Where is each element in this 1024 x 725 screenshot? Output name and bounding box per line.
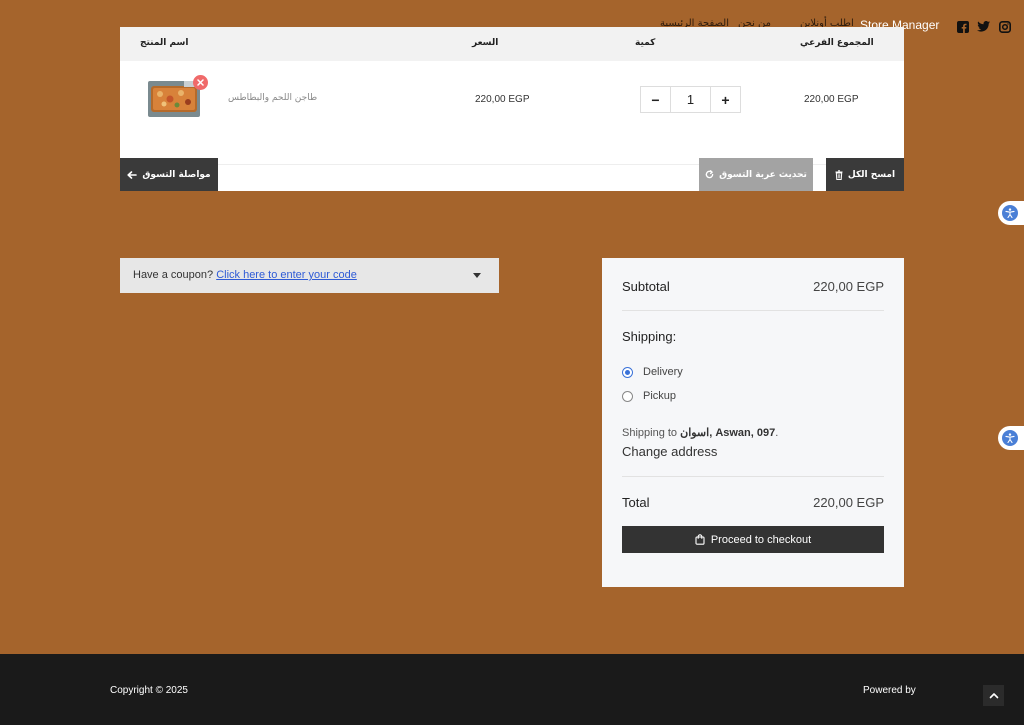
shipping-option-pickup-radio[interactable] <box>622 391 633 402</box>
chevron-up-icon <box>989 693 998 699</box>
total-label: Total <box>622 495 650 510</box>
coupon-text: Have a coupon? Click here to enter your … <box>133 269 357 281</box>
update-cart-button[interactable]: تحديث عربة التسوق <box>699 158 813 191</box>
quantity-input[interactable]: 1 <box>670 87 711 112</box>
proceed-to-checkout-button[interactable]: Proceed to checkout <box>622 526 884 553</box>
checkout-label: Proceed to checkout <box>710 533 812 546</box>
shipping-to-place: اسوان, Aswan, 097 <box>680 427 776 439</box>
social-links <box>956 20 1011 33</box>
clear-cart-button[interactable]: امسح الكل <box>826 158 904 191</box>
cart-item-row: طاجن اللحم والبطاطس 220,00 EGP − 1 + 220… <box>120 61 904 165</box>
close-icon <box>197 79 204 86</box>
footer: Copyright © 2025 Powered by <box>0 654 1024 725</box>
cart-table-header: اسم المنتج السعر كمية المجموع الفرعي <box>120 27 904 61</box>
shipping-to-suffix: . <box>775 427 779 439</box>
trash-icon <box>835 169 843 180</box>
quantity-increase-button[interactable]: + <box>711 87 740 112</box>
shipping-label: Shipping: <box>622 329 677 344</box>
shipping-option-delivery-radio[interactable] <box>622 367 633 378</box>
accessibility-icon <box>1002 205 1018 221</box>
divider <box>622 310 884 311</box>
shopping-bag-icon <box>695 534 705 545</box>
total-value: 220,00 EGP <box>813 495 884 510</box>
accessibility-icon <box>1002 430 1018 446</box>
arrow-left-icon <box>127 170 138 179</box>
remove-item-button[interactable] <box>193 75 208 90</box>
quantity-stepper: − 1 + <box>640 86 741 113</box>
update-cart-label: تحديث عربة التسوق <box>719 169 807 180</box>
powered-by-text: Powered by <box>863 685 916 696</box>
coupon-link[interactable]: Click here to enter your code <box>216 269 357 281</box>
refresh-icon <box>705 170 714 179</box>
continue-shopping-button[interactable]: مواصلة التسوق <box>120 158 218 191</box>
facebook-icon[interactable] <box>956 20 969 33</box>
column-header-product: اسم المنتج <box>140 38 189 48</box>
product-thumbnail[interactable] <box>148 81 200 117</box>
column-header-subtotal: المجموع الفرعي <box>800 38 874 48</box>
subtotal-label: Subtotal <box>622 279 670 294</box>
column-header-price: السعر <box>472 38 499 48</box>
shipping-destination: Shipping to اسوان, Aswan, 097. <box>622 426 778 439</box>
scroll-to-top-button[interactable] <box>983 685 1004 706</box>
shipping-option-delivery-label[interactable]: Delivery <box>643 366 683 378</box>
cart-totals: Subtotal 220,00 EGP Shipping: Delivery P… <box>602 258 904 587</box>
accessibility-widget-button-secondary[interactable] <box>998 426 1024 450</box>
clear-cart-label: امسح الكل <box>847 169 896 180</box>
cart-table: اسم المنتج السعر كمية المجموع الفرعي طاج… <box>120 27 904 191</box>
accessibility-widget-button[interactable] <box>998 201 1024 225</box>
instagram-icon[interactable] <box>998 20 1011 33</box>
shipping-option-pickup-label[interactable]: Pickup <box>643 390 676 402</box>
twitter-icon[interactable] <box>977 20 990 33</box>
quantity-decrease-button[interactable]: − <box>641 87 670 112</box>
product-subtotal: 220,00 EGP <box>804 94 859 105</box>
copyright-text: Copyright © 2025 <box>110 685 188 696</box>
product-name[interactable]: طاجن اللحم والبطاطس <box>228 93 317 103</box>
coupon-toggle[interactable]: Have a coupon? Click here to enter your … <box>120 258 499 293</box>
change-address-link[interactable]: Change address <box>622 444 717 459</box>
chevron-down-icon[interactable] <box>473 273 481 278</box>
shipping-to-prefix: Shipping to <box>622 427 678 439</box>
subtotal-value: 220,00 EGP <box>813 279 884 294</box>
column-header-quantity: كمية <box>635 38 656 48</box>
coupon-prompt: Have a coupon? <box>133 269 214 281</box>
product-price: 220,00 EGP <box>475 94 530 105</box>
divider <box>622 476 884 477</box>
continue-shopping-label: مواصلة التسوق <box>142 169 211 180</box>
